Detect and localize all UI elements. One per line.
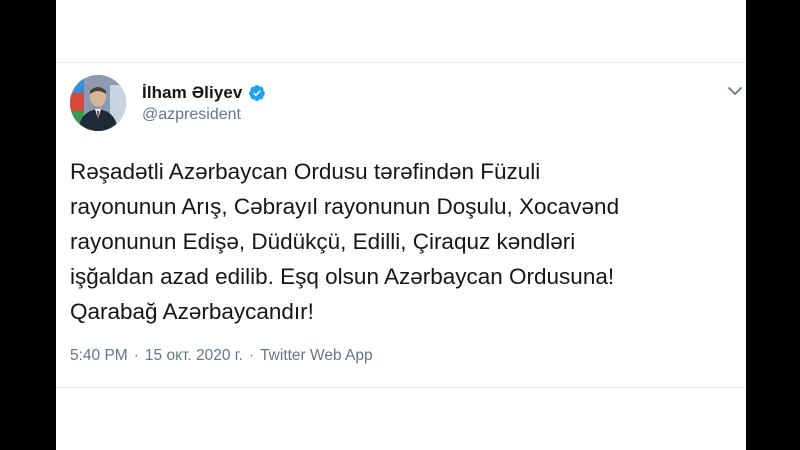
meta-separator: · <box>133 347 139 364</box>
tweet-time[interactable]: 5:40 PM <box>70 347 128 365</box>
author-handle[interactable]: @azpresident <box>142 106 241 124</box>
meta-separator: · <box>248 347 255 364</box>
tweet-source[interactable]: Twitter Web App <box>260 347 373 365</box>
tweet-meta: 5:40 PM · 15 окт. 2020 г. · Twitter Web … <box>70 347 373 365</box>
author-display-name[interactable]: İlham Əliyev <box>142 83 242 103</box>
author-name-row[interactable]: İlham Əliyev <box>142 82 266 104</box>
chevron-down-icon[interactable] <box>726 84 744 98</box>
top-divider <box>56 62 746 63</box>
bottom-divider <box>56 387 746 388</box>
tweet-date[interactable]: 15 окт. 2020 г. <box>145 347 243 365</box>
verified-badge-icon <box>248 84 266 102</box>
tweet-card: İlham Əliyev @azpresident Rəşadətli Azər… <box>56 0 746 450</box>
avatar[interactable] <box>70 75 126 131</box>
tweet-text: Rəşadətli Azərbaycan Ordusu tərəfindən F… <box>70 159 620 324</box>
